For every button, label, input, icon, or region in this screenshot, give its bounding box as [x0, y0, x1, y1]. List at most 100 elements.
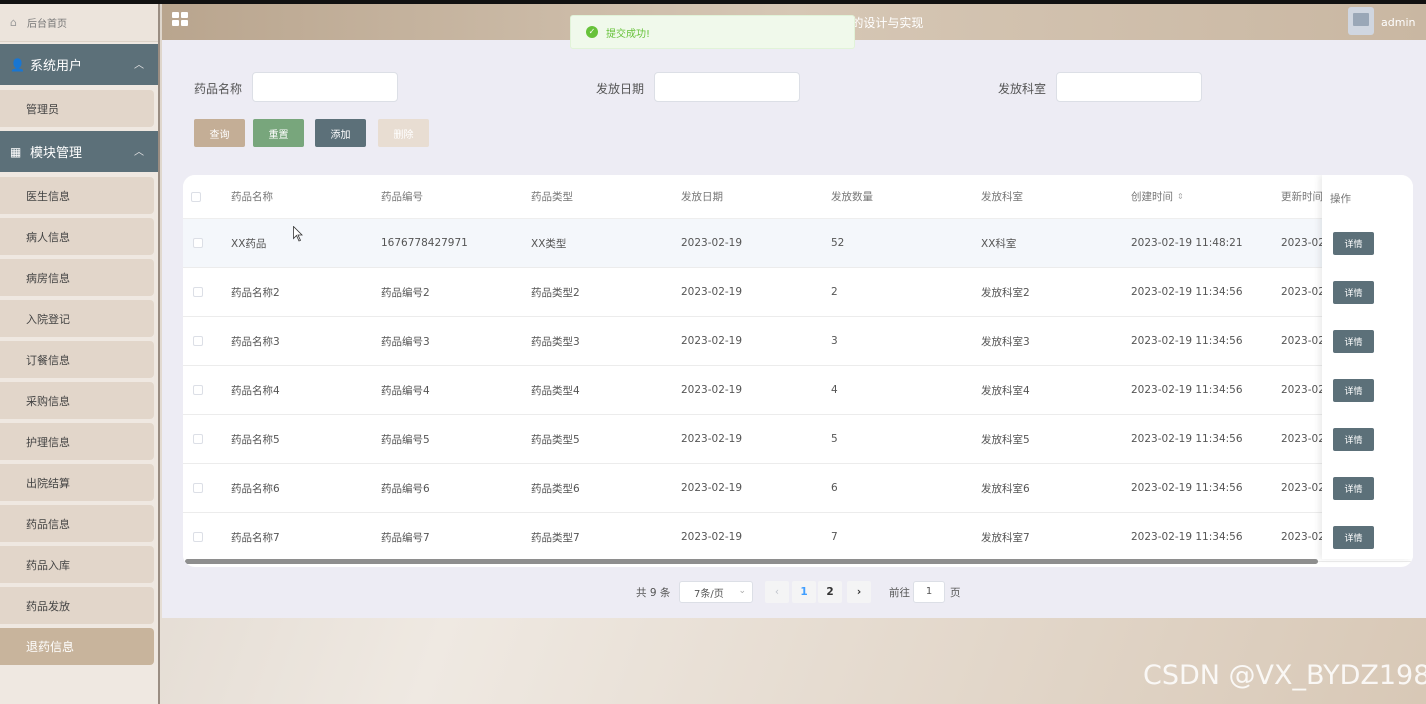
- reset-button[interactable]: 重置: [253, 119, 304, 147]
- row-checkbox[interactable]: [193, 238, 203, 248]
- sidebar-item-label: 出院结算: [26, 476, 70, 490]
- table-cell: 发放科室4: [981, 384, 1030, 397]
- row-checkbox[interactable]: [193, 385, 203, 395]
- goto-page-input[interactable]: 1: [913, 581, 945, 603]
- table-cell: 2023-02-19 11:34:56: [1131, 335, 1243, 347]
- table-row[interactable]: 药品名称3 药品编号3 药品类型3 2023-02-19 3 发放科室3 2023-02-1…: [183, 317, 1413, 366]
- sidebar-item-7[interactable]: 护理信息: [0, 423, 154, 460]
- page-1-button[interactable]: 1: [792, 581, 816, 603]
- table-cell: 6: [831, 482, 838, 494]
- table-row[interactable]: 药品名称6 药品编号6 药品类型6 2023-02-19 6 发放科室6 2023-02-1…: [183, 464, 1413, 513]
- table-cell: 2023-02-19: [681, 335, 743, 347]
- search-label-department: 发放科室: [998, 82, 1047, 96]
- avatar[interactable]: [1348, 7, 1374, 35]
- row-checkbox[interactable]: [193, 434, 203, 444]
- sidebar-item-9[interactable]: 药品信息: [0, 505, 154, 542]
- grid-icon: ▦: [10, 144, 22, 159]
- detail-button[interactable]: 详情: [1333, 428, 1374, 451]
- row-checkbox[interactable]: [193, 483, 203, 493]
- column-header-label: 发放数量: [831, 191, 873, 203]
- toast-message: 提交成功!: [606, 28, 651, 40]
- row-checkbox[interactable]: [193, 532, 203, 542]
- table-row[interactable]: XX药品 1676778427971 XX类型 2023-02-19 52 XX科室 202…: [183, 219, 1413, 268]
- table-cell: 2023-02-19 11:34:56: [1131, 482, 1243, 494]
- page-size-value: 7条/页: [694, 588, 724, 600]
- table-cell: 药品名称2: [231, 286, 280, 299]
- issue-date-input[interactable]: [654, 72, 800, 102]
- detail-button[interactable]: 详情: [1333, 330, 1374, 353]
- add-button[interactable]: 添加: [315, 119, 366, 147]
- column-header: 发放科室: [981, 175, 1023, 218]
- page-size-select[interactable]: 7条/页 ⌄: [679, 581, 753, 603]
- drug-name-input[interactable]: [252, 72, 398, 102]
- detail-button[interactable]: 详情: [1333, 379, 1374, 402]
- operation-header: 操作: [1330, 193, 1351, 205]
- table-cell: 药品编号6: [381, 482, 430, 495]
- sidebar-group-module-management[interactable]: ▦ 模块管理 ︿: [0, 131, 158, 172]
- column-header-label: 药品类型: [531, 191, 573, 203]
- sidebar-item-admin[interactable]: 管理员: [0, 90, 154, 127]
- sidebar-item-5[interactable]: 订餐信息: [0, 341, 154, 378]
- current-user[interactable]: admin: [1381, 16, 1415, 29]
- sidebar-item-4[interactable]: 入院登记: [0, 300, 154, 337]
- column-header: 药品类型: [531, 175, 573, 218]
- watermark: CSDN @VX_BYDZ1988: [1143, 660, 1426, 691]
- table-cell: 2023-02-19: [681, 237, 743, 249]
- table-cell: 2023-02-19: [681, 286, 743, 298]
- sort-icon[interactable]: ⇕: [1177, 192, 1184, 201]
- column-header-label: 发放日期: [681, 191, 723, 203]
- detail-button[interactable]: 详情: [1333, 526, 1374, 549]
- select-all-checkbox[interactable]: [191, 192, 201, 202]
- table-row[interactable]: 药品名称2 药品编号2 药品类型2 2023-02-19 2 发放科室2 2023-02-1…: [183, 268, 1413, 317]
- page-2-button[interactable]: 2: [818, 581, 842, 603]
- delete-button[interactable]: 删除: [378, 119, 429, 147]
- table-row[interactable]: 药品名称5 药品编号5 药品类型5 2023-02-19 5 发放科室5 2023-02-1…: [183, 415, 1413, 464]
- column-header: 发放数量: [831, 175, 873, 218]
- prev-page-button[interactable]: ‹: [765, 581, 789, 603]
- table-cell: 发放科室7: [981, 531, 1030, 544]
- detail-button[interactable]: 详情: [1333, 232, 1374, 255]
- pagination-total: 共 9 条: [636, 587, 671, 599]
- row-checkbox[interactable]: [193, 287, 203, 297]
- sidebar-item-2[interactable]: 病人信息: [0, 218, 154, 255]
- sidebar-item-8[interactable]: 出院结算: [0, 464, 154, 501]
- row-checkbox[interactable]: [193, 336, 203, 346]
- table-row[interactable]: 药品名称7 药品编号7 药品类型7 2023-02-19 7 发放科室7 2023-02-1…: [183, 513, 1413, 562]
- sidebar-item-10[interactable]: 药品入库: [0, 546, 154, 583]
- table-cell: XX类型: [531, 237, 567, 250]
- sidebar-item-3[interactable]: 病房信息: [0, 259, 154, 296]
- sidebar-item-1[interactable]: 医生信息: [0, 177, 154, 214]
- search-form: 药品名称 发放日期 发放科室: [162, 72, 1426, 102]
- horizontal-scrollbar[interactable]: [185, 559, 1318, 564]
- sidebar-item-6[interactable]: 采购信息: [0, 382, 154, 419]
- sidebar-item-12[interactable]: 退药信息: [0, 628, 154, 665]
- sidebar-home[interactable]: ⌂ 后台首页: [0, 4, 158, 42]
- table-cell: 药品类型3: [531, 335, 580, 348]
- table-cell: 药品类型6: [531, 482, 580, 495]
- sidebar-item-label: 医生信息: [26, 189, 70, 203]
- detail-button[interactable]: 详情: [1333, 281, 1374, 304]
- table-cell: 2023-02: [1281, 433, 1325, 445]
- detail-button[interactable]: 详情: [1333, 477, 1374, 500]
- table-cell: 药品类型4: [531, 384, 580, 397]
- table-cell: 发放科室2: [981, 286, 1030, 299]
- table-cell: 2023-02: [1281, 237, 1325, 249]
- goto-label: 前往: [889, 587, 910, 599]
- table-row[interactable]: 药品名称4 药品编号4 药品类型4 2023-02-19 4 发放科室4 2023-02-1…: [183, 366, 1413, 415]
- table-cell: 2023-02: [1281, 482, 1325, 494]
- department-input[interactable]: [1056, 72, 1202, 102]
- sidebar-item-label: 病人信息: [26, 230, 70, 244]
- sidebar-group-system-users[interactable]: 👤 系统用户 ︿: [0, 44, 158, 85]
- chevron-up-icon: ︿: [134, 147, 144, 158]
- column-header: 发放日期: [681, 175, 723, 218]
- table-header: 药品名称 药品编号 药品类型 发放日期 发放数量 发放科室 创建时间 ⇕ 更新时间: [183, 175, 1413, 219]
- next-page-button[interactable]: ›: [847, 581, 871, 603]
- table-cell: 药品名称7: [231, 531, 280, 544]
- sidebar-item-11[interactable]: 药品发放: [0, 587, 154, 624]
- menu-grid-icon[interactable]: [172, 12, 190, 28]
- main-content: 药品名称 发放日期 发放科室 查询 重置 添加 删除 药品名称 药品编号 药品类型发…: [162, 40, 1426, 618]
- column-header[interactable]: 创建时间 ⇕: [1131, 175, 1184, 218]
- table-cell: 2023-02-19 11:48:21: [1131, 237, 1243, 249]
- table-cell: 2023-02-19: [681, 531, 743, 543]
- query-button[interactable]: 查询: [194, 119, 245, 147]
